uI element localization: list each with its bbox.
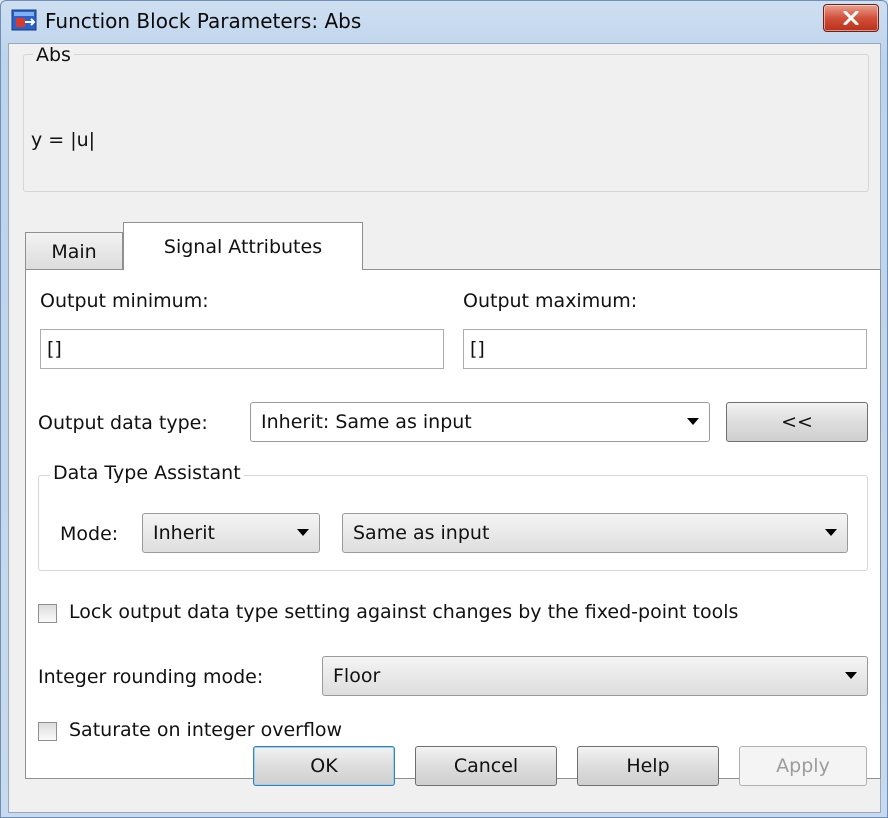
- apply-button: Apply: [739, 746, 867, 786]
- output-minimum-label: Output minimum:: [40, 290, 209, 312]
- mode-value: Inherit: [153, 522, 215, 544]
- output-data-type-select[interactable]: Inherit: Same as input: [250, 402, 710, 442]
- saturate-label[interactable]: Saturate on integer overflow: [69, 719, 342, 741]
- signal-attributes-panel: Output minimum: [] Output maximum: [] Ou…: [25, 269, 881, 779]
- lock-data-type-checkbox[interactable]: [38, 604, 57, 623]
- tab-signal-attributes-label: Signal Attributes: [163, 235, 323, 258]
- title-bar[interactable]: Function Block Parameters: Abs: [1, 1, 887, 41]
- chevron-down-icon: [825, 529, 837, 536]
- simulink-app-icon: [11, 9, 37, 31]
- chevron-down-icon: [297, 529, 309, 536]
- tab-main[interactable]: Main: [25, 232, 123, 270]
- dialog-body: Abs y = |u| Main Signal Attributes Outpu…: [8, 43, 881, 813]
- mode-label: Mode:: [60, 523, 119, 545]
- data-type-assistant-toggle-button[interactable]: <<: [726, 402, 868, 442]
- output-maximum-label: Output maximum:: [463, 290, 638, 312]
- help-button[interactable]: Help: [577, 746, 719, 786]
- output-maximum-input[interactable]: []: [463, 329, 867, 369]
- block-name-legend: Abs: [33, 44, 74, 66]
- rounding-mode-value: Floor: [333, 665, 381, 687]
- output-data-type-value: Inherit: Same as input: [261, 411, 472, 433]
- rounding-mode-select[interactable]: Floor: [322, 656, 868, 696]
- output-data-type-label: Output data type:: [38, 412, 208, 434]
- output-minimum-input[interactable]: []: [40, 329, 444, 369]
- window-title: Function Block Parameters: Abs: [45, 9, 362, 33]
- data-type-assistant-legend: Data Type Assistant: [50, 462, 244, 484]
- close-button[interactable]: [823, 4, 879, 32]
- rounding-mode-label: Integer rounding mode:: [38, 666, 264, 688]
- block-description-group: [23, 54, 869, 192]
- tab-signal-attributes[interactable]: Signal Attributes: [123, 222, 363, 270]
- block-equation: y = |u|: [31, 129, 96, 151]
- close-icon: [843, 11, 859, 25]
- saturate-checkbox[interactable]: [38, 722, 57, 741]
- ok-button[interactable]: OK: [253, 746, 395, 786]
- tab-main-label: Main: [51, 240, 97, 263]
- inherit-rule-value: Same as input: [353, 522, 490, 544]
- inherit-rule-select[interactable]: Same as input: [342, 513, 848, 553]
- lock-data-type-label[interactable]: Lock output data type setting against ch…: [69, 601, 738, 623]
- cancel-button[interactable]: Cancel: [415, 746, 557, 786]
- dialog-window: Function Block Parameters: Abs Abs y = |…: [0, 0, 888, 818]
- mode-select[interactable]: Inherit: [142, 513, 320, 553]
- chevron-down-icon: [845, 672, 857, 679]
- chevron-down-icon: [687, 418, 699, 425]
